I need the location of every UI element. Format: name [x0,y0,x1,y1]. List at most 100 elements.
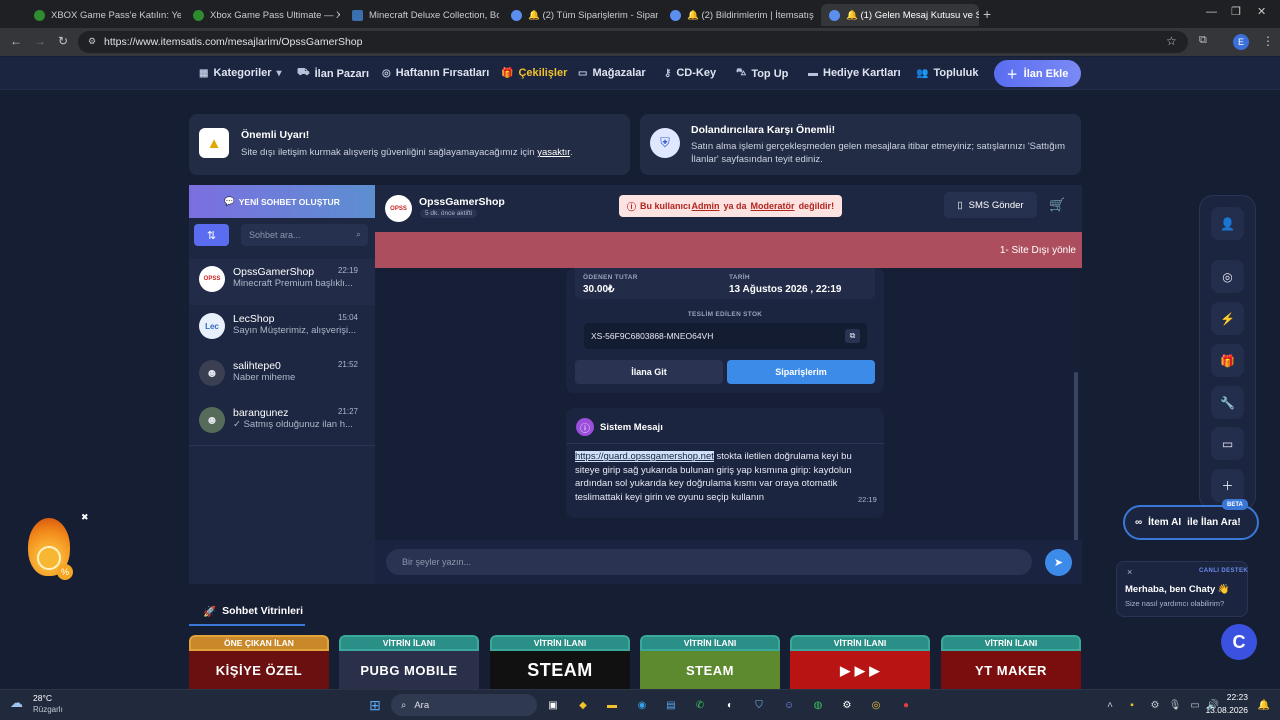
menu-dots-icon[interactable]: ⋮ [1262,34,1274,48]
tray-steam-icon[interactable]: ⚙ [1145,695,1165,715]
instagram-icon[interactable]: ◎ [1211,260,1244,293]
item-ai-logo-icon: ∞ [1135,517,1143,528]
send-icon[interactable]: ➤ [1045,549,1072,576]
github-icon[interactable]: ◐ [720,695,740,715]
nav-ilan-pazari[interactable]: ⛟ İlan Pazarı [297,67,369,80]
tray-app-icon[interactable]: ▪ [1122,695,1142,715]
microphone-icon[interactable]: 🎙 [1165,695,1185,715]
nav-hediye-kartlari[interactable]: ▬ Hediye Kartları [808,67,901,79]
store-icon[interactable]: ▤ [661,695,681,715]
showcase-item[interactable]: VİTRİN İLANI STEAM [640,635,780,690]
last-seen-badge: 5 dk. önce aktifti [420,209,477,218]
nav-top-up[interactable]: ⛍ Top Up [736,67,788,80]
windows-start-icon[interactable]: ⊞ [365,695,385,715]
my-orders-button[interactable]: Siparişlerim [727,360,875,384]
reload-icon[interactable]: ↻ [58,34,68,48]
site-info-icon[interactable]: ⚙ [88,36,96,47]
close-promo-icon[interactable]: ✖ [81,512,89,523]
chat-user-avatar[interactable]: OPSS [385,195,412,222]
conversation-preview: Naber miheme [233,372,296,383]
extensions-icon[interactable]: ⧉ [1199,34,1207,47]
profile-avatar[interactable]: E [1233,34,1249,50]
address-bar[interactable]: https://www.itemsatis.com/mesajlarim/Ops… [78,31,1188,53]
showcase-item[interactable]: VİTRİN İLANI PUBG MOBILE [339,635,479,690]
window-icon[interactable]: ▭ [1211,427,1244,460]
whatsapp-icon[interactable]: ✆ [690,695,710,715]
item-ai-button[interactable]: ∞ İtem AI ile İlan Ara! [1123,505,1259,540]
conversation-item[interactable]: ☻ barangunez 21:27 ✓ Satmış olduğunuz il… [189,400,375,446]
bookmark-star-icon[interactable]: ☆ [1166,34,1177,48]
ilan-ekle-button[interactable]: ＋ İlan Ekle [994,60,1081,87]
restore-icon[interactable]: ❐ [1231,5,1241,18]
moderator-link[interactable]: Moderatör [751,201,795,211]
nav-kategoriler[interactable]: ▦ Kategoriler ▾ [199,67,282,79]
browser-tab[interactable]: XBOX Game Pass'e Katılın: Yeni✕ [26,4,181,26]
nav-topluluk[interactable]: 👥 Topluluk [916,67,978,79]
conversation-item[interactable]: OPSS OpssGamerShop 22:19 Minecraft Premi… [189,259,375,305]
close-window-icon[interactable]: ✕ [1257,5,1266,18]
new-chat-button[interactable]: 💬 YENİ SOHBET OLUŞTUR [189,185,375,218]
browser-tab[interactable]: Xbox Game Pass Ultimate — Xb✕ [185,4,340,26]
showcase-item[interactable]: VİTRİN İLANI YT MAKER [941,635,1081,690]
admin-link[interactable]: Admin [692,201,720,211]
stock-code-field[interactable]: XS-56F9C6803868-MNEO64VH ⧉ [584,323,867,349]
divider [566,443,884,444]
chaty-launcher-icon[interactable]: C [1221,624,1257,660]
wrench-icon[interactable]: 🔧 [1211,386,1244,419]
vpn-icon[interactable]: ⛉ [749,695,769,715]
tray-chevron-icon[interactable]: ˄ [1100,695,1120,715]
notifications-icon[interactable]: 🔔 [1254,695,1274,715]
message-input[interactable]: Bir şeyler yazın... [386,549,1032,575]
yasaktir-link[interactable]: yasaktır [537,147,570,158]
taskbar-search[interactable]: ⌕ Ara [391,694,537,716]
sort-icon[interactable]: ⇅ [194,224,229,246]
gift-icon[interactable]: 🎁 [1211,344,1244,377]
showcase-item[interactable]: VİTRİN İLANI ▶ ▶ ▶ [790,635,930,690]
itemsatis-favicon-icon [829,9,840,21]
app-icon[interactable]: ● [896,695,916,715]
nav-magazalar[interactable]: ▭ Mağazalar [578,67,646,79]
message-placeholder: Bir şeyler yazın... [402,557,472,567]
discord-icon[interactable]: ☺ [779,695,799,715]
back-icon[interactable]: ← [10,34,22,48]
nav-cekilisler[interactable]: 🎁 Çekilişler [501,67,567,79]
conversation-preview: ✓ Satmış olduğunuz ilan h... [233,419,353,430]
browser-tab[interactable]: 🔔 (2) Bildirimlerim | İtemsatış✕ [662,4,817,26]
task-view-icon[interactable]: ▣ [543,695,563,715]
guard-link[interactable]: https://guard.opssgamershop.net [575,451,714,462]
chrome-icon[interactable]: ◎ [866,695,886,715]
browser-tab-active[interactable]: 🔔 (1) Gelen Mesaj Kutusu ve S✕ [821,4,979,26]
fraud-text: Satın alma işlemi gerçekleşmeden gelen m… [691,141,1066,165]
weather-icon[interactable]: ☁ [10,695,23,711]
user-icon[interactable]: 👤 [1211,207,1244,240]
browser-tab[interactable]: 🔔 (2) Tüm Siparişlerim - Sipar✕ [503,4,658,26]
plus-icon[interactable]: ＋ [1211,469,1244,502]
showcase-item[interactable]: VİTRİN İLANI STEAM [490,635,630,690]
cart-icon[interactable]: 🛒 [1049,197,1065,213]
forward-icon[interactable]: → [34,34,46,48]
showcase-label: VİTRİN İLANI [339,635,479,651]
spotify-icon[interactable]: ◍ [808,695,828,715]
nav-cd-key[interactable]: ⚷ CD-Key [664,67,716,79]
bolt-icon[interactable]: ⚡ [1211,302,1244,335]
conversation-item[interactable]: Lec LecShop 15:04 Sayın Müşterimiz, alış… [189,306,375,352]
conversation-item[interactable]: ☻ salihtepe0 21:52 Naber miheme [189,353,375,399]
fire-promo-icon[interactable]: % [25,516,75,582]
browser-tab[interactable]: Minecraft Deluxe Collection, Bo✕ [344,4,499,26]
goto-listing-button[interactable]: İlana Git [575,360,723,384]
conversation-search-input[interactable]: Sohbet ara... ⌕ [241,224,368,246]
chat-scrollbar[interactable] [1074,372,1078,542]
copilot-icon[interactable]: ◆ [573,695,593,715]
copy-icon[interactable]: ⧉ [845,329,860,343]
steam-icon[interactable]: ⚙ [837,695,857,715]
chat-user-name[interactable]: OpssGamerShop [419,196,505,208]
edge-icon[interactable]: ◉ [632,695,652,715]
nav-haftanin-firsatlari[interactable]: ◎ Haftanın Fırsatları [382,67,489,79]
close-icon[interactable]: × [1127,567,1132,577]
sms-send-button[interactable]: ▯ SMS Gönder [944,192,1037,218]
file-explorer-icon[interactable]: ▬ [602,695,622,715]
card-icon: ▬ [808,67,818,79]
new-tab-icon[interactable]: + [983,6,991,22]
showcase-item[interactable]: ÖNE ÇIKAN İLAN KİŞİYE ÖZEL [189,635,329,690]
minimize-icon[interactable]: — [1206,6,1217,18]
